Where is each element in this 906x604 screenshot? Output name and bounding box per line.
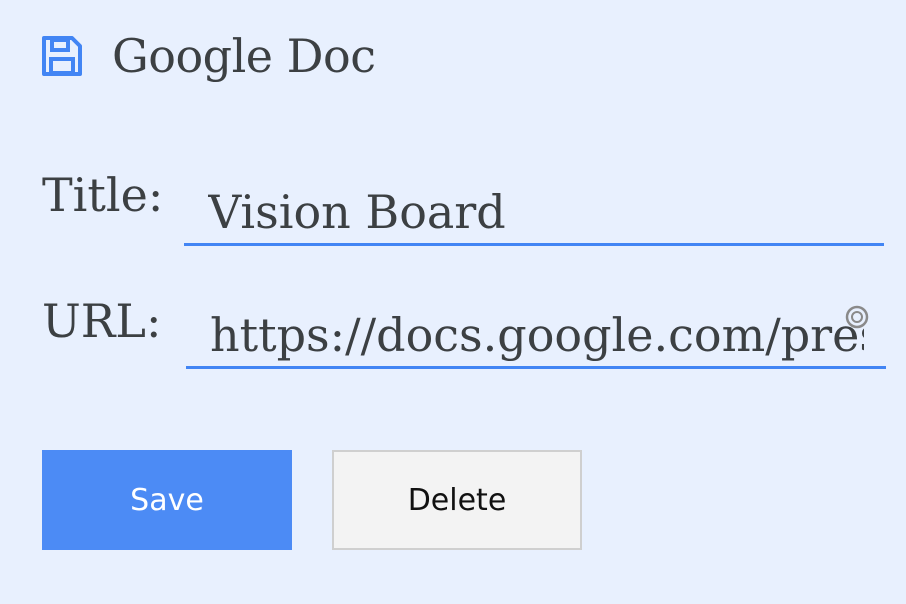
- title-input[interactable]: [184, 180, 884, 246]
- page-title: Google Doc: [112, 29, 376, 83]
- clear-icon[interactable]: [844, 304, 870, 330]
- title-label: Title:: [42, 168, 164, 222]
- header: Google Doc: [40, 28, 376, 84]
- url-input[interactable]: [186, 303, 886, 369]
- save-icon: [42, 36, 82, 76]
- save-button[interactable]: Save: [42, 450, 292, 550]
- delete-button[interactable]: Delete: [332, 450, 582, 550]
- url-label: URL:: [42, 294, 162, 348]
